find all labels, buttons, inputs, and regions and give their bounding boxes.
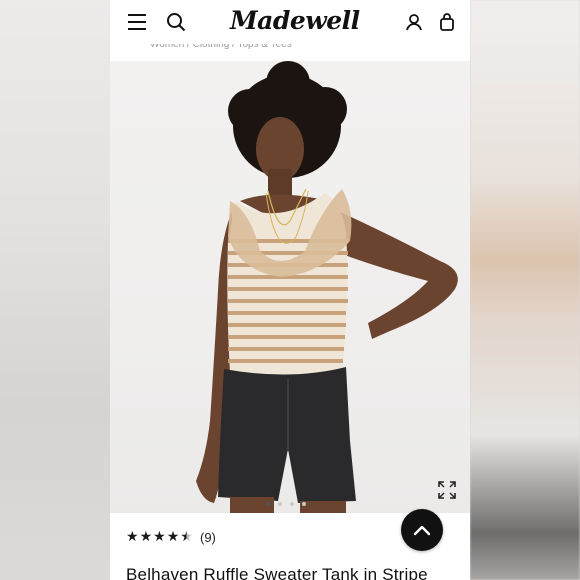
madewell-logo[interactable]: Madewell	[230, 6, 360, 35]
back-to-top-button[interactable]	[401, 509, 443, 551]
right-backdrop	[470, 0, 580, 580]
star-full-icon: ★	[139, 528, 153, 544]
product-title: Belhaven Ruffle Sweater Tank in Stripe	[126, 565, 428, 580]
product-photo	[196, 61, 458, 513]
account-icon[interactable]	[403, 11, 425, 33]
search-icon[interactable]	[165, 11, 187, 33]
chevron-up-icon	[413, 525, 431, 536]
shopping-bag-icon[interactable]	[436, 11, 458, 33]
carousel-dot[interactable]	[266, 502, 270, 506]
star-half-icon: ★	[180, 528, 193, 544]
mobile-page: Madewell Women / Clothing / Tops & Tees	[110, 0, 470, 580]
star-rating[interactable]: ★ ★ ★ ★ ★	[126, 529, 193, 543]
review-count[interactable]: (9)	[200, 530, 216, 545]
menu-icon[interactable]	[126, 11, 148, 33]
expand-image-icon[interactable]	[437, 480, 457, 500]
carousel-dot[interactable]	[278, 502, 282, 506]
carousel-dots	[266, 502, 316, 508]
carousel-dot[interactable]	[290, 502, 294, 506]
left-backdrop	[0, 0, 110, 580]
site-header: Madewell	[110, 0, 470, 44]
breadcrumb: Women / Clothing / Tops & Tees	[110, 39, 470, 61]
product-image-carousel[interactable]	[110, 61, 470, 513]
star-full-icon: ★	[166, 528, 180, 544]
carousel-dot[interactable]	[302, 502, 306, 506]
star-full-icon: ★	[153, 528, 166, 544]
star-full-icon: ★	[126, 528, 139, 544]
